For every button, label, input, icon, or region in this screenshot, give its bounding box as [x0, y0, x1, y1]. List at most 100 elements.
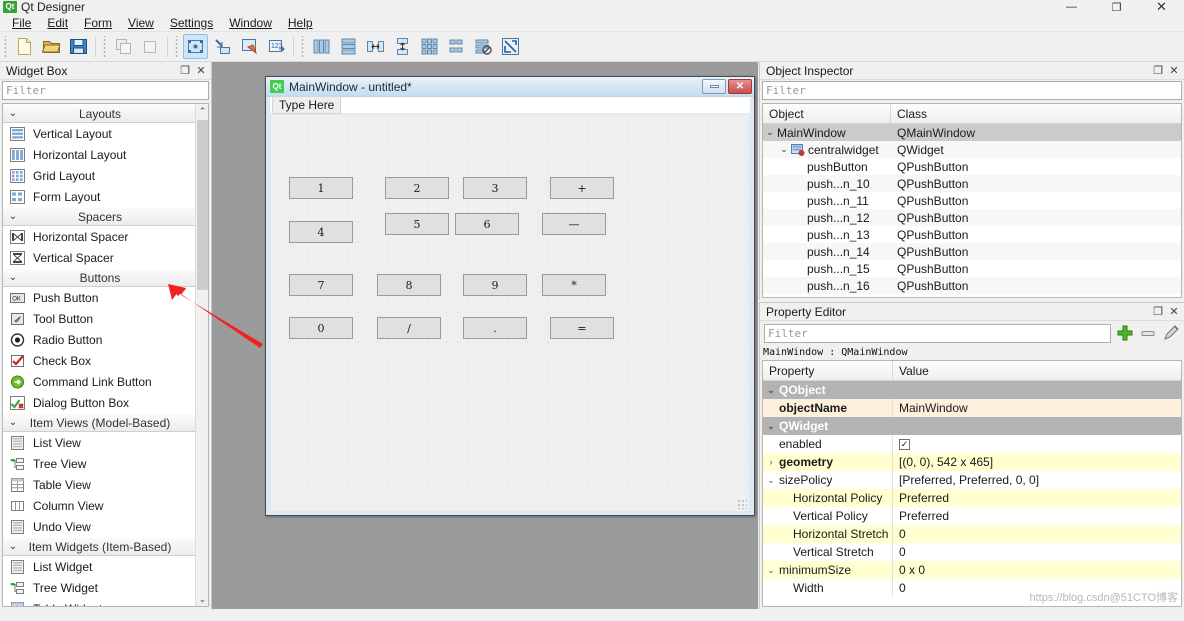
- table-row[interactable]: ⌄ centralwidget QWidget: [763, 141, 1181, 158]
- edit-tab-order-icon[interactable]: 123: [264, 34, 289, 59]
- property-row[interactable]: Vertical Stretch 0: [763, 543, 1181, 561]
- table-row[interactable]: ⌄ MainWindow QMainWindow: [763, 124, 1181, 141]
- table-row[interactable]: push...n_11 QPushButton: [763, 192, 1181, 209]
- form-push-button-1[interactable]: 1: [289, 177, 353, 199]
- layout-splitter-horizontal-icon[interactable]: [363, 34, 388, 59]
- property-value-cell[interactable]: Preferred: [893, 489, 1181, 507]
- chevron-down-icon[interactable]: ⌄: [763, 421, 779, 432]
- paste-icon[interactable]: [138, 34, 163, 59]
- form-push-button-minus[interactable]: —: [542, 213, 606, 235]
- widget-item-command-link-button[interactable]: Command Link Button: [3, 371, 195, 392]
- widget-item-list-view[interactable]: List View: [3, 432, 195, 453]
- layout-vertically-icon[interactable]: [336, 34, 361, 59]
- property-group-row[interactable]: ⌄ QWidget: [763, 417, 1181, 435]
- maximize-button[interactable]: ❐: [1094, 0, 1139, 14]
- widget-item-tool-button[interactable]: Tool Button: [3, 308, 195, 329]
- widget-category-buttons[interactable]: ⌄ Buttons: [3, 268, 195, 287]
- widget-item-table-widget[interactable]: Table Widget: [3, 598, 195, 606]
- widget-item-list-widget[interactable]: List Widget: [3, 556, 195, 577]
- property-value-cell[interactable]: 0: [893, 525, 1181, 543]
- form-push-button-plus[interactable]: +: [550, 177, 614, 199]
- menu-file[interactable]: File: [4, 15, 39, 31]
- property-value-cell[interactable]: ✓: [893, 435, 1181, 453]
- table-row[interactable]: push...n_14 QPushButton: [763, 243, 1181, 260]
- close-icon[interactable]: ✕: [1166, 304, 1182, 320]
- size-grip-icon[interactable]: [737, 499, 747, 509]
- menu-view[interactable]: View: [120, 15, 162, 31]
- column-header-value[interactable]: Value: [893, 361, 1181, 380]
- menu-window[interactable]: Window: [221, 15, 280, 31]
- form-push-button-9[interactable]: 9: [463, 274, 527, 296]
- form-push-button-0[interactable]: 0: [289, 317, 353, 339]
- form-minimize-button[interactable]: [702, 79, 726, 94]
- menu-settings[interactable]: Settings: [162, 15, 221, 31]
- widget-item-column-view[interactable]: Column View: [3, 495, 195, 516]
- column-header-class[interactable]: Class: [891, 104, 1181, 123]
- new-file-icon[interactable]: [12, 34, 37, 59]
- object-inspector-tree[interactable]: Object Class ⌄ MainWindow QMainWindow ⌄ …: [762, 103, 1182, 298]
- form-push-button-divide[interactable]: /: [377, 317, 441, 339]
- chevron-down-icon[interactable]: ⌄: [777, 144, 791, 155]
- form-menu-bar[interactable]: Type Here: [270, 96, 750, 114]
- close-icon[interactable]: ✕: [1166, 63, 1182, 79]
- widget-item-push-button[interactable]: OK Push Button: [3, 287, 195, 308]
- open-file-icon[interactable]: [39, 34, 64, 59]
- menu-edit[interactable]: Edit: [39, 15, 76, 31]
- property-value-cell[interactable]: 0: [893, 543, 1181, 561]
- property-row[interactable]: Horizontal Stretch 0: [763, 525, 1181, 543]
- form-push-button-equals[interactable]: =: [550, 317, 614, 339]
- table-row[interactable]: push...n_12 QPushButton: [763, 209, 1181, 226]
- float-icon[interactable]: ❐: [177, 63, 193, 79]
- widget-item-vertical-spacer[interactable]: Vertical Spacer: [3, 247, 195, 268]
- widget-item-check-box[interactable]: Check Box: [3, 350, 195, 371]
- float-icon[interactable]: ❐: [1150, 63, 1166, 79]
- form-push-button-5[interactable]: 5: [385, 213, 449, 235]
- widget-item-tree-widget[interactable]: Tree Widget: [3, 577, 195, 598]
- layout-form-icon[interactable]: [444, 34, 469, 59]
- widget-category-spacers[interactable]: ⌄ Spacers: [3, 207, 195, 226]
- widget-category-item-views[interactable]: ⌄ Item Views (Model-Based): [3, 413, 195, 432]
- add-property-icon[interactable]: [1114, 323, 1136, 343]
- property-row[interactable]: objectName MainWindow: [763, 399, 1181, 417]
- adjust-size-icon[interactable]: [498, 34, 523, 59]
- float-icon[interactable]: ❐: [1150, 304, 1166, 320]
- layout-grid-icon[interactable]: [417, 34, 442, 59]
- property-row[interactable]: ⌄ minimumSize 0 x 0: [763, 561, 1181, 579]
- layout-horizontally-icon[interactable]: [309, 34, 334, 59]
- enabled-checkbox[interactable]: ✓: [899, 438, 910, 450]
- property-value-cell[interactable]: MainWindow: [893, 399, 1181, 417]
- widget-item-undo-view[interactable]: Undo View: [3, 516, 195, 537]
- property-value-cell[interactable]: Preferred: [893, 507, 1181, 525]
- widget-item-form-layout[interactable]: Form Layout: [3, 186, 195, 207]
- layout-splitter-vertical-icon[interactable]: [390, 34, 415, 59]
- remove-property-icon[interactable]: [1137, 323, 1159, 343]
- widget-item-horizontal-layout[interactable]: Horizontal Layout: [3, 144, 195, 165]
- form-push-button-6[interactable]: 6: [455, 213, 519, 235]
- widget-item-radio-button[interactable]: Radio Button: [3, 329, 195, 350]
- copy-icon[interactable]: [111, 34, 136, 59]
- property-row[interactable]: enabled ✓: [763, 435, 1181, 453]
- widget-box-filter-input[interactable]: Filter: [2, 81, 209, 100]
- widget-item-dialog-button-box[interactable]: Dialog Button Box: [3, 392, 195, 413]
- table-row[interactable]: push...n_13 QPushButton: [763, 226, 1181, 243]
- column-header-object[interactable]: Object: [763, 104, 891, 123]
- form-window[interactable]: Qt MainWindow - untitled* ✕ Type Here 1 …: [265, 76, 755, 516]
- edit-signals-slots-icon[interactable]: [210, 34, 235, 59]
- property-row[interactable]: › geometry [(0, 0), 542 x 465]: [763, 453, 1181, 471]
- widget-item-vertical-layout[interactable]: Vertical Layout: [3, 123, 195, 144]
- form-push-button-dot[interactable]: .: [463, 317, 527, 339]
- toolbar-grip-file[interactable]: [2, 35, 9, 58]
- save-icon[interactable]: [66, 34, 91, 59]
- close-icon[interactable]: ✕: [193, 63, 209, 79]
- widget-category-item-widgets[interactable]: ⌄ Item Widgets (Item-Based): [3, 537, 195, 556]
- chevron-down-icon[interactable]: ⌄: [763, 475, 779, 486]
- edit-widgets-icon[interactable]: [183, 34, 208, 59]
- property-row[interactable]: ⌄ sizePolicy [Preferred, Preferred, 0, 0…: [763, 471, 1181, 489]
- property-value-cell[interactable]: [(0, 0), 542 x 465]: [893, 453, 1181, 471]
- form-title-bar[interactable]: Qt MainWindow - untitled* ✕: [266, 77, 754, 97]
- property-value-cell[interactable]: 0 x 0: [893, 561, 1181, 579]
- configure-icon[interactable]: [1160, 323, 1182, 343]
- scrollbar-thumb[interactable]: [197, 120, 208, 290]
- widget-item-tree-view[interactable]: Tree View: [3, 453, 195, 474]
- property-value-cell[interactable]: [Preferred, Preferred, 0, 0]: [893, 471, 1181, 489]
